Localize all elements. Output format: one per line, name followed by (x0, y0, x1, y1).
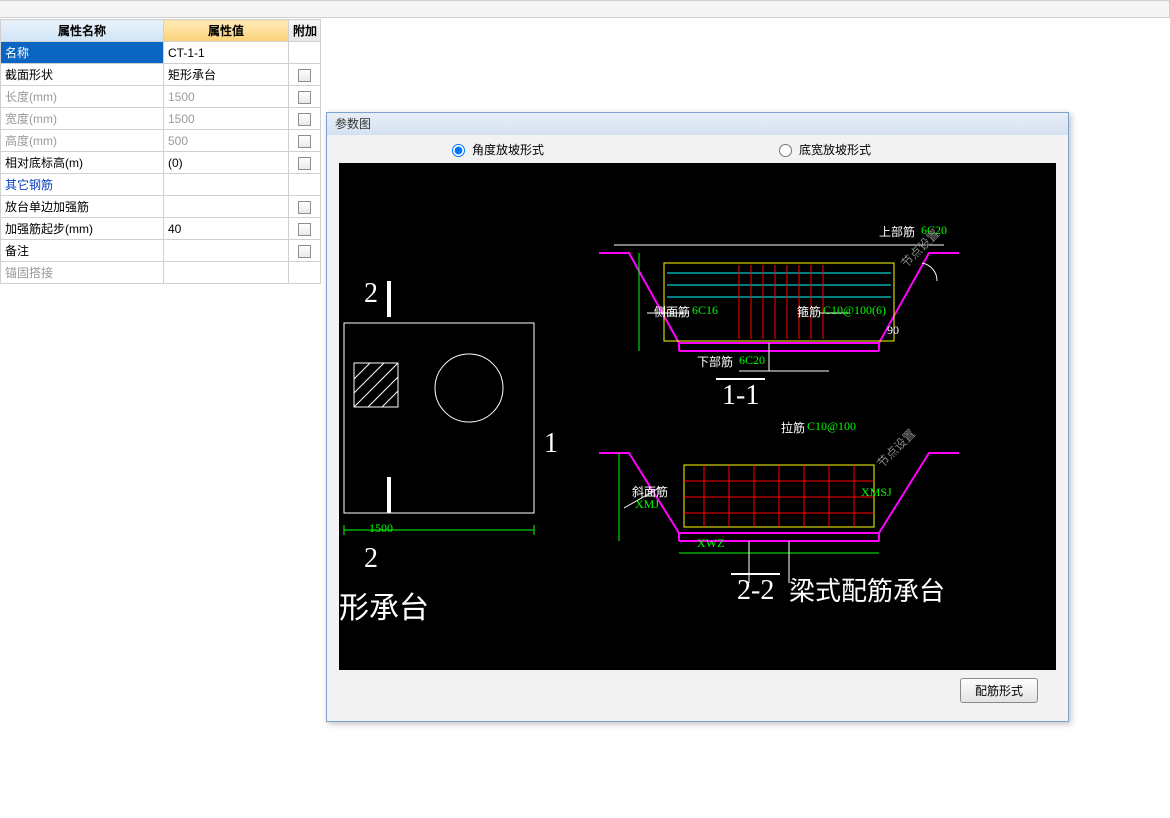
table-row[interactable]: 锚固搭接 (1, 262, 321, 284)
table-row[interactable]: 相对底标高(m)(0) (1, 152, 321, 174)
prop-extra[interactable] (289, 86, 321, 108)
prop-name: 放台单边加强筋 (1, 196, 164, 218)
prop-value[interactable] (164, 196, 289, 218)
checkbox-icon[interactable] (298, 69, 311, 82)
checkbox-icon[interactable] (298, 113, 311, 126)
dialog-button-row: 配筋形式 (327, 670, 1068, 710)
prop-extra[interactable] (289, 196, 321, 218)
radio-bottom-width-slope-label: 底宽放坡形式 (799, 141, 871, 158)
table-row[interactable]: 备注 (1, 240, 321, 262)
s2-xwz: XWZ (697, 536, 724, 551)
plan-num-2-bot: 2 (364, 543, 378, 575)
prop-name: 截面形状 (1, 64, 164, 86)
plan-num-2-top: 2 (364, 278, 378, 310)
radio-bottom-width-slope-input[interactable] (779, 144, 792, 157)
plan-dim-1500: 1500 (369, 521, 393, 536)
prop-value[interactable]: CT-1-1 (164, 42, 289, 64)
plan-sec-2-line (379, 277, 439, 517)
prop-extra[interactable] (289, 240, 321, 262)
prop-name: 备注 (1, 240, 164, 262)
checkbox-icon[interactable] (298, 201, 311, 214)
s1-bottom-spec: 6C20 (739, 353, 765, 368)
prop-name: 加强筋起步(mm) (1, 218, 164, 240)
prop-value[interactable]: 1500 (164, 108, 289, 130)
checkbox-icon[interactable] (298, 223, 311, 236)
table-row[interactable]: 宽度(mm)1500 (1, 108, 321, 130)
prop-name: 相对底标高(m) (1, 152, 164, 174)
prop-value[interactable]: 500 (164, 130, 289, 152)
prop-name: 其它钢筋 (1, 174, 164, 196)
checkbox-icon[interactable] (298, 135, 311, 148)
prop-extra[interactable] (289, 152, 321, 174)
radio-angle-slope-input[interactable] (452, 144, 465, 157)
prop-name: 锚固搭接 (1, 262, 164, 284)
table-row[interactable]: 截面形状矩形承台 (1, 64, 321, 86)
prop-value[interactable] (164, 262, 289, 284)
table-row[interactable]: 放台单边加强筋 (1, 196, 321, 218)
s2-tie-spec: C10@100 (807, 419, 856, 434)
col-header-name[interactable]: 属性名称 (1, 20, 164, 42)
col-header-value[interactable]: 属性值 (164, 20, 289, 42)
prop-name: 长度(mm) (1, 86, 164, 108)
radio-angle-slope-label: 角度放坡形式 (472, 141, 544, 158)
rebar-form-button[interactable]: 配筋形式 (960, 678, 1038, 703)
prop-extra[interactable] (289, 262, 321, 284)
prop-value[interactable]: 1500 (164, 86, 289, 108)
s1-angle: 90 (887, 323, 899, 338)
prop-name: 宽度(mm) (1, 108, 164, 130)
drawing-canvas[interactable]: 2 2 1 1500 形承台 (339, 163, 1056, 670)
prop-value[interactable]: (0) (164, 152, 289, 174)
s2-xmj: XMJ (635, 497, 659, 512)
table-row[interactable]: 高度(mm)500 (1, 130, 321, 152)
s1-top-label: 上部筋 (879, 223, 915, 240)
s2-big-label: 梁式配筋承台 (789, 571, 945, 608)
table-row[interactable]: 长度(mm)1500 (1, 86, 321, 108)
radio-row: 角度放坡形式 底宽放坡形式 (327, 135, 1068, 163)
prop-value[interactable]: 40 (164, 218, 289, 240)
s2-title: 2-2 (731, 573, 780, 607)
s2-xmsj: XMSJ (861, 485, 892, 500)
s1-stirrup-spec: C10@100(6) (823, 303, 886, 318)
prop-extra[interactable] (289, 218, 321, 240)
s1-side-spec: 6C16 (692, 303, 718, 318)
radio-angle-slope[interactable]: 角度放坡形式 (447, 141, 544, 158)
prop-extra[interactable] (289, 174, 321, 196)
prop-value[interactable]: 矩形承台 (164, 64, 289, 86)
checkbox-icon[interactable] (298, 91, 311, 104)
col-header-extra[interactable]: 附加 (289, 20, 321, 42)
checkbox-icon[interactable] (298, 157, 311, 170)
s1-side-label: 侧面筋 (654, 303, 690, 320)
toolbar-strip (0, 0, 1170, 18)
dialog-title: 参数图 (327, 113, 1068, 135)
section-1-1-svg (589, 223, 959, 403)
prop-name: 高度(mm) (1, 130, 164, 152)
prop-name: 名称 (1, 42, 164, 64)
prop-value[interactable] (164, 174, 289, 196)
property-table: 属性名称 属性值 附加 名称CT-1-1截面形状矩形承台长度(mm)1500宽度… (0, 19, 321, 284)
prop-value[interactable] (164, 240, 289, 262)
prop-extra[interactable] (289, 108, 321, 130)
s1-title: 1-1 (716, 378, 765, 412)
prop-extra[interactable] (289, 42, 321, 64)
plan-big-label: 形承台 (339, 583, 429, 627)
param-dialog: 参数图 角度放坡形式 底宽放坡形式 2 2 (326, 112, 1069, 722)
table-row[interactable]: 名称CT-1-1 (1, 42, 321, 64)
s1-bottom-label: 下部筋 (697, 353, 733, 370)
plan-num-1: 1 (544, 428, 558, 460)
table-row[interactable]: 其它钢筋 (1, 174, 321, 196)
checkbox-icon[interactable] (298, 245, 311, 258)
s2-tie-label: 拉筋 (781, 419, 805, 436)
radio-bottom-width-slope[interactable]: 底宽放坡形式 (774, 141, 871, 158)
table-row[interactable]: 加强筋起步(mm)40 (1, 218, 321, 240)
prop-extra[interactable] (289, 130, 321, 152)
prop-extra[interactable] (289, 64, 321, 86)
s1-stirrup-label: 箍筋 (797, 303, 821, 320)
